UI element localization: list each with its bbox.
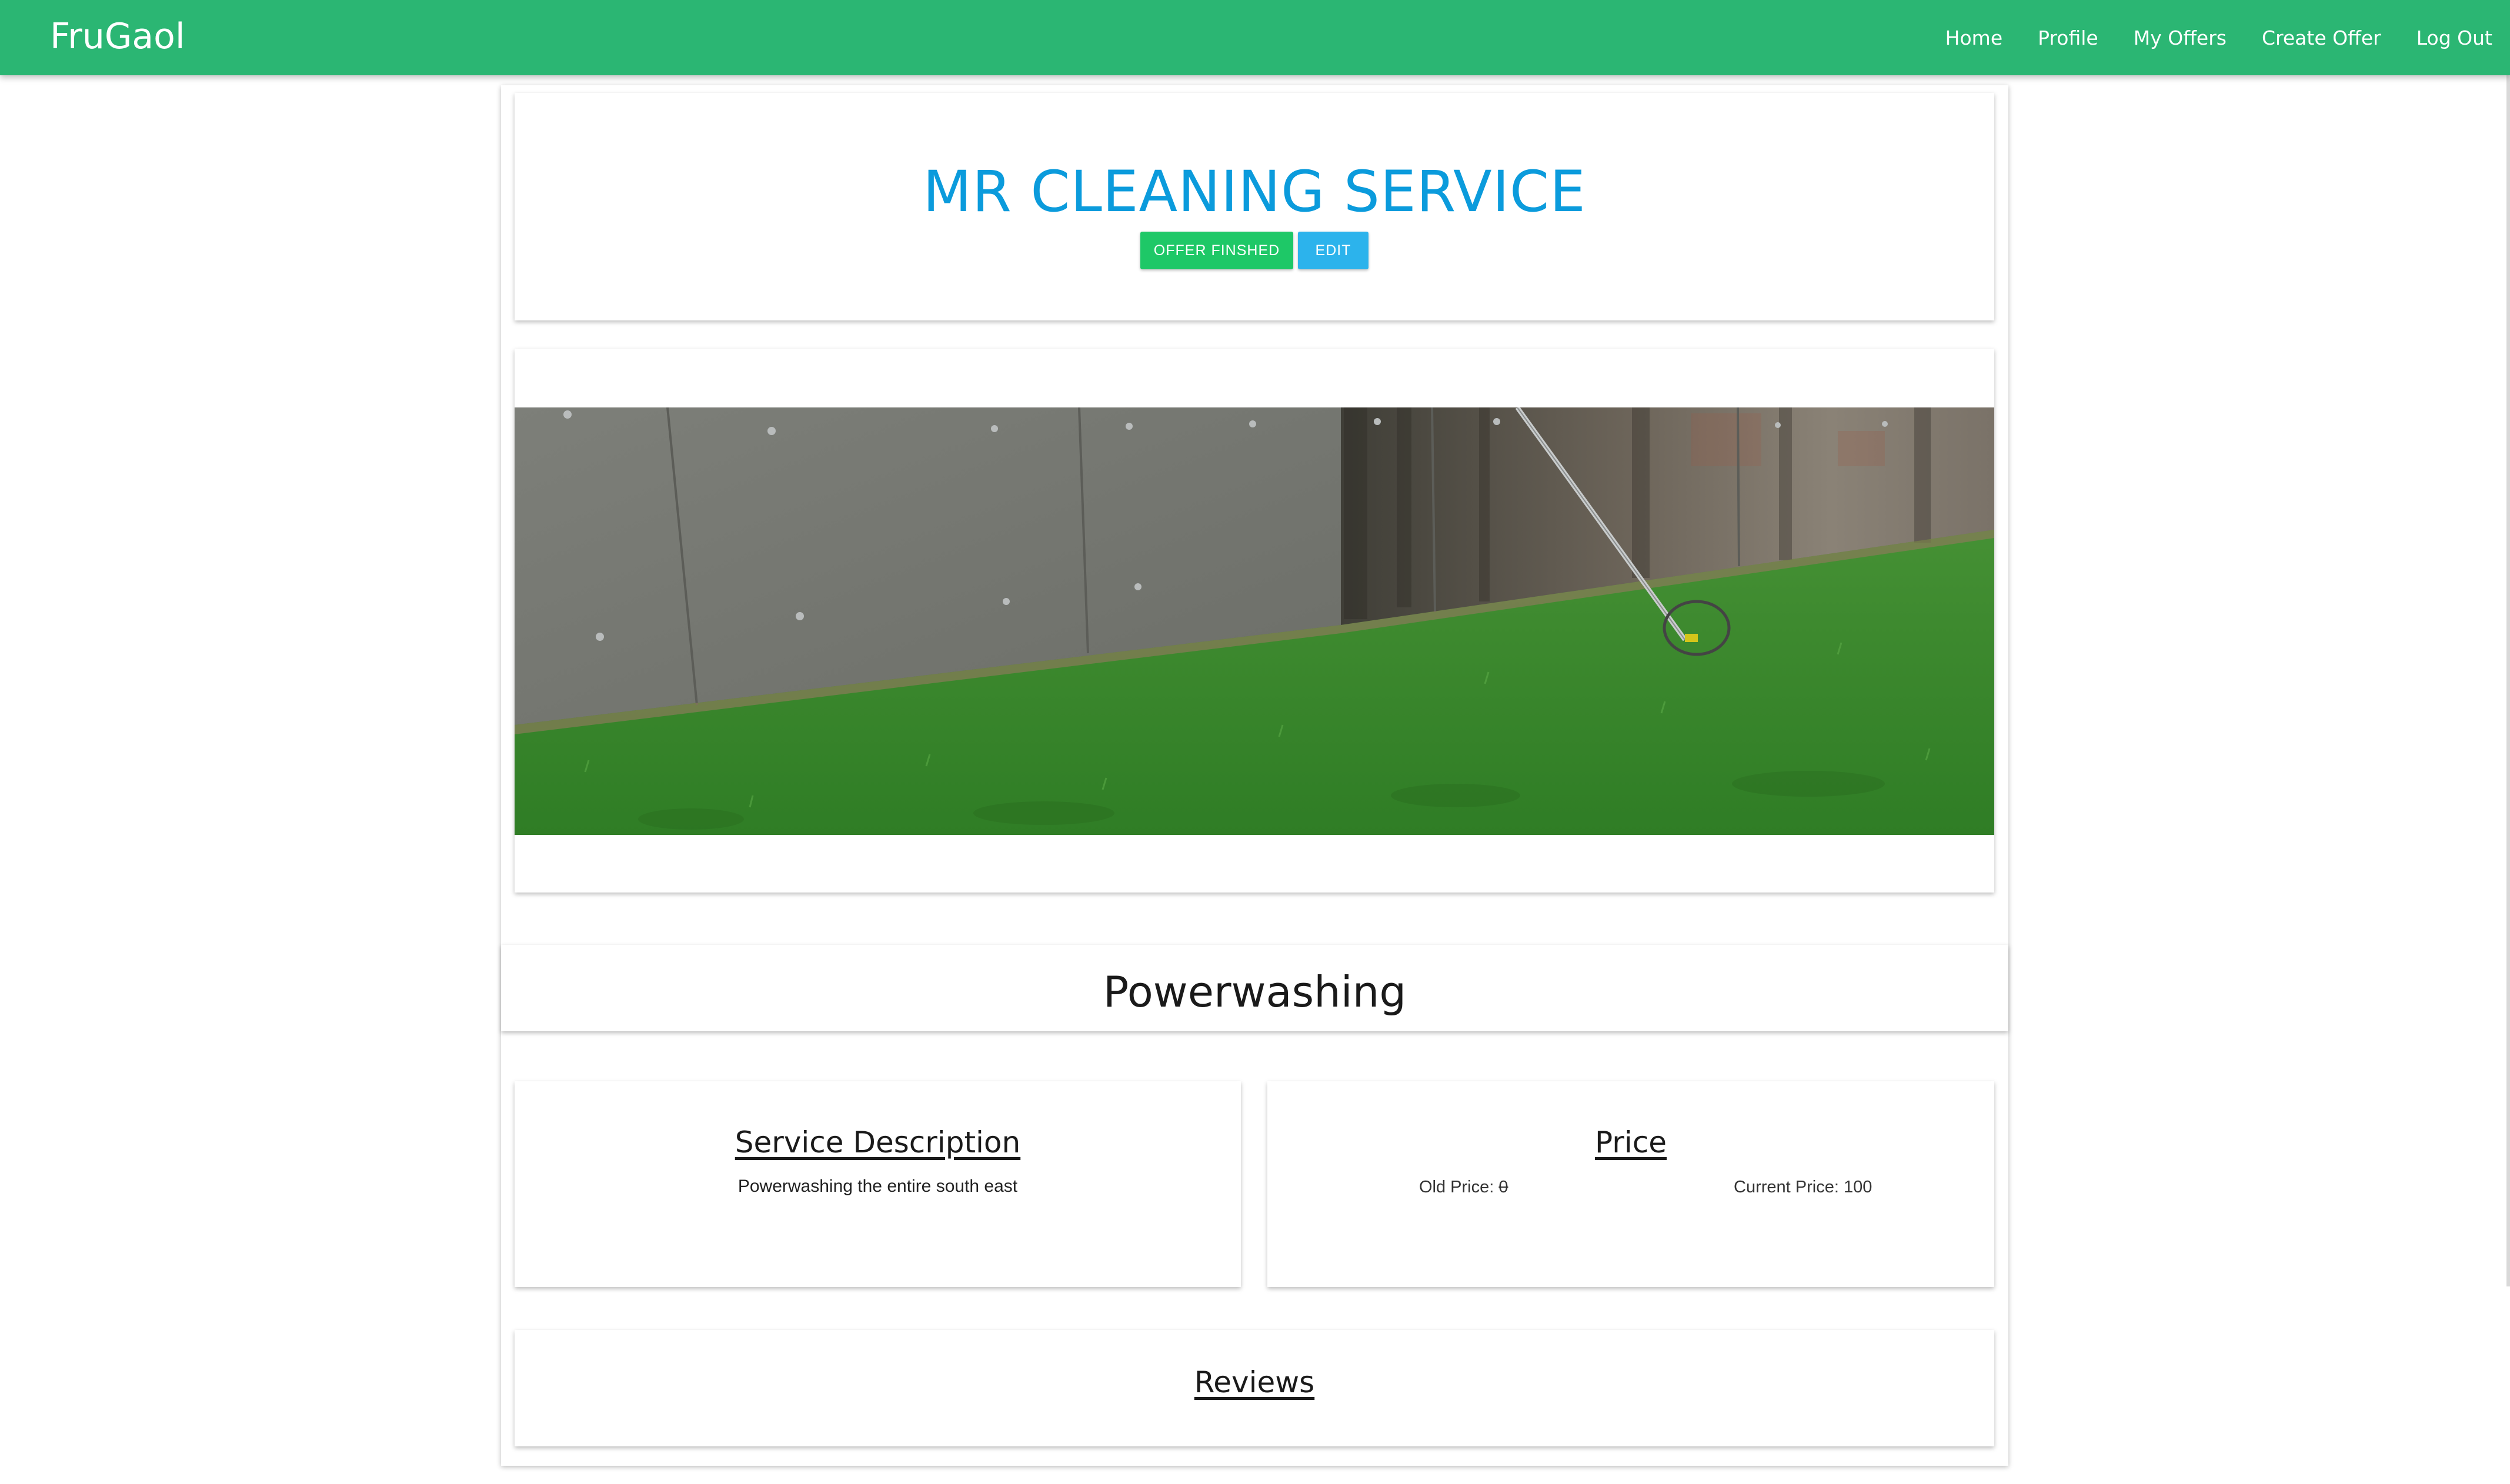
edit-offer-button[interactable]: EDIT: [1298, 232, 1369, 269]
offer-title-card: MR CLEANING SERVICE OFFER FINSHED EDIT: [515, 93, 1994, 320]
old-price-label: Old Price:: [1419, 1178, 1499, 1196]
top-navbar: FruGaol Home Profile My Offers Create Of…: [0, 0, 2510, 75]
category-title: Powerwashing: [1103, 967, 1407, 1017]
old-price: Old Price: 0: [1419, 1178, 1508, 1197]
offer-action-buttons: OFFER FINSHED EDIT: [515, 232, 1994, 269]
offer-detail-container: MR CLEANING SERVICE OFFER FINSHED EDIT P…: [501, 85, 2008, 1466]
reviews-heading: Reviews: [1194, 1365, 1315, 1399]
price-row: Old Price: 0 Current Price: 100: [1267, 1178, 1994, 1201]
nav-link-create-offer[interactable]: Create Offer: [2262, 26, 2381, 49]
nav-link-log-out[interactable]: Log Out: [2416, 26, 2492, 49]
service-description-card: Service Description Powerwashing the ent…: [515, 1081, 1241, 1287]
nav-link-home[interactable]: Home: [1945, 26, 2002, 49]
service-description-heading: Service Description: [735, 1125, 1021, 1159]
offer-title: MR CLEANING SERVICE: [923, 159, 1586, 225]
price-heading: Price: [1595, 1125, 1667, 1159]
nav-link-profile[interactable]: Profile: [2038, 26, 2098, 49]
offer-finished-button[interactable]: OFFER FINSHED: [1140, 232, 1293, 269]
current-price: Current Price: 100: [1734, 1178, 1872, 1197]
old-price-value: 0: [1498, 1178, 1508, 1196]
nav-links: Home Profile My Offers Create Offer Log …: [1910, 0, 2492, 75]
nav-link-my-offers[interactable]: My Offers: [2134, 26, 2227, 49]
current-price-value: 100: [1843, 1178, 1873, 1196]
service-description-text: Powerwashing the entire south east: [737, 1176, 1018, 1196]
current-price-label: Current Price:: [1734, 1178, 1844, 1196]
category-heading-card: Powerwashing: [501, 945, 2008, 1031]
offer-image: [515, 407, 1994, 835]
offer-image-card: [515, 349, 1994, 893]
brand-logo[interactable]: FruGaol: [50, 15, 185, 58]
page-scrollbar[interactable]: [2506, 75, 2510, 1286]
price-card: Price Old Price: 0 Current Price: 100: [1267, 1081, 1994, 1287]
reviews-card: Reviews: [515, 1330, 1994, 1446]
